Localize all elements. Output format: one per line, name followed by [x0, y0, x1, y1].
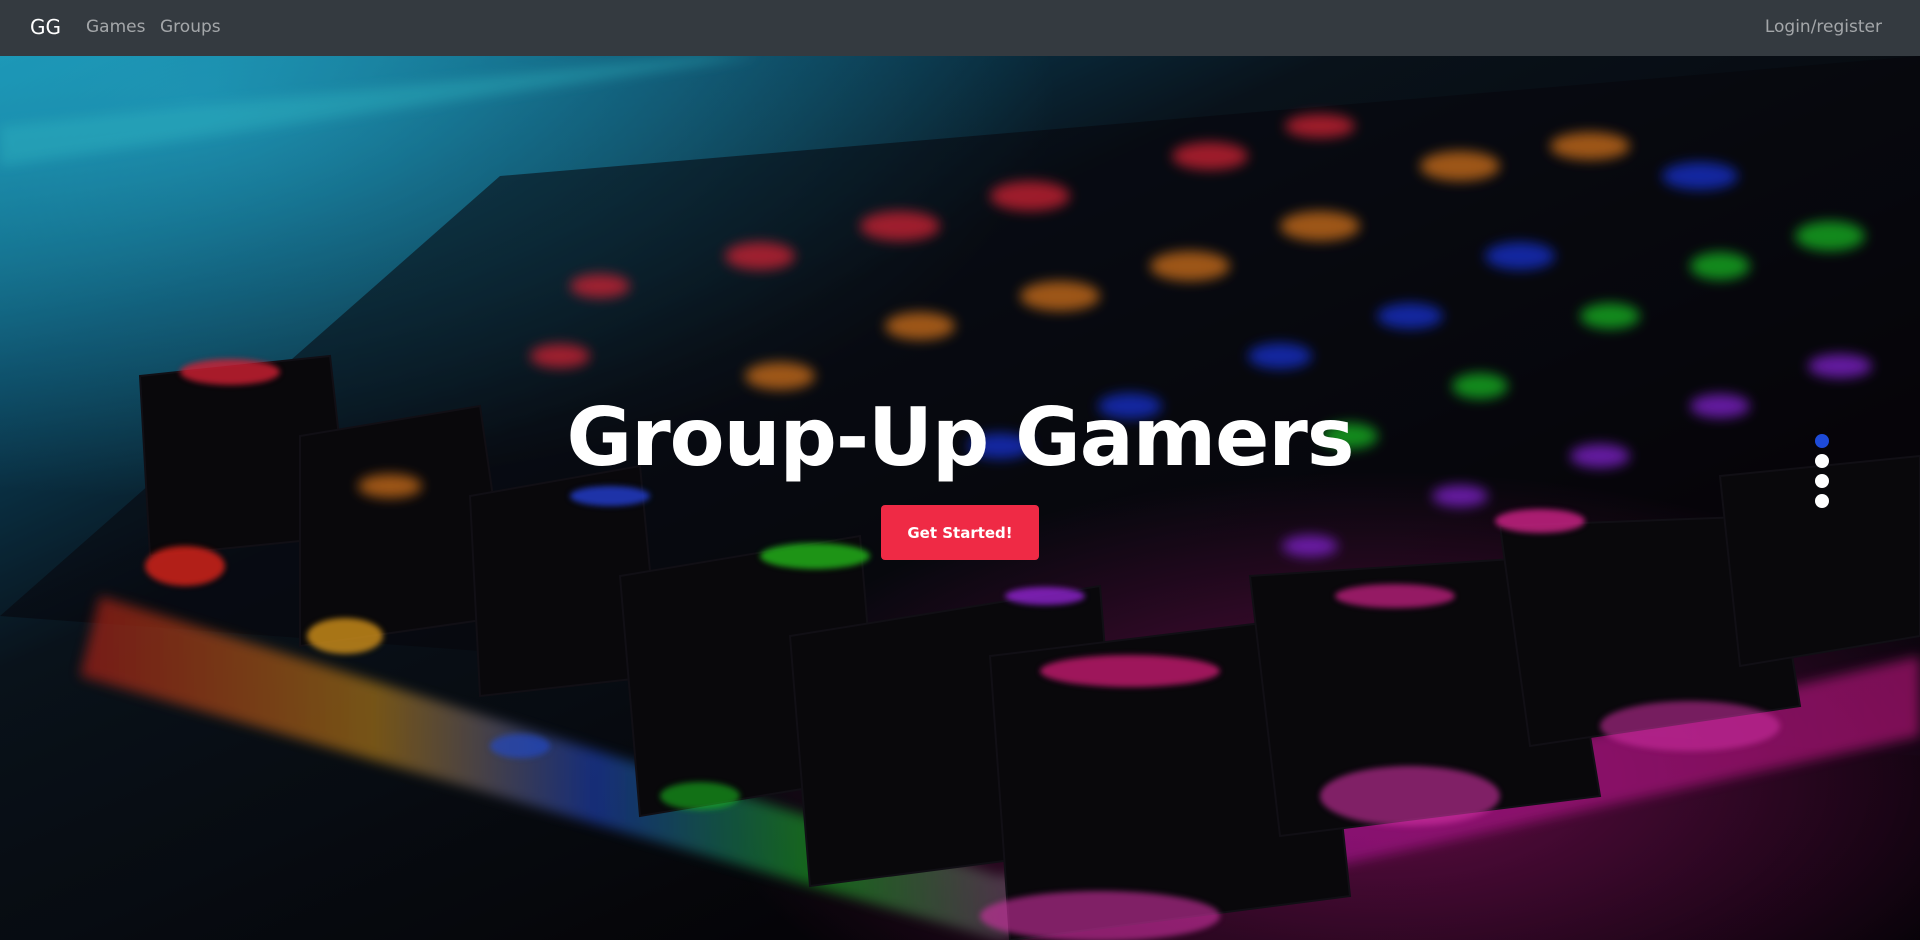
carousel-indicator-3[interactable] — [1815, 474, 1829, 488]
get-started-button[interactable]: Get Started! — [881, 505, 1039, 560]
hero-background-image — [0, 56, 1920, 940]
login-register-link[interactable]: Login/register — [1765, 17, 1882, 37]
nav-link-groups[interactable]: Groups — [160, 17, 221, 37]
carousel-indicators — [1815, 434, 1829, 514]
top-navbar: GG Games Groups Login/register — [0, 0, 1920, 56]
carousel-indicator-2[interactable] — [1815, 454, 1829, 468]
carousel-indicator-4[interactable] — [1815, 494, 1829, 508]
hero-title: Group-Up Gamers — [566, 391, 1355, 484]
brand-logo[interactable]: GG — [30, 15, 61, 39]
carousel-indicator-1[interactable] — [1815, 434, 1829, 448]
hero-carousel: Group-Up Gamers Get Started! — [0, 56, 1920, 940]
nav-link-games[interactable]: Games — [86, 17, 145, 37]
